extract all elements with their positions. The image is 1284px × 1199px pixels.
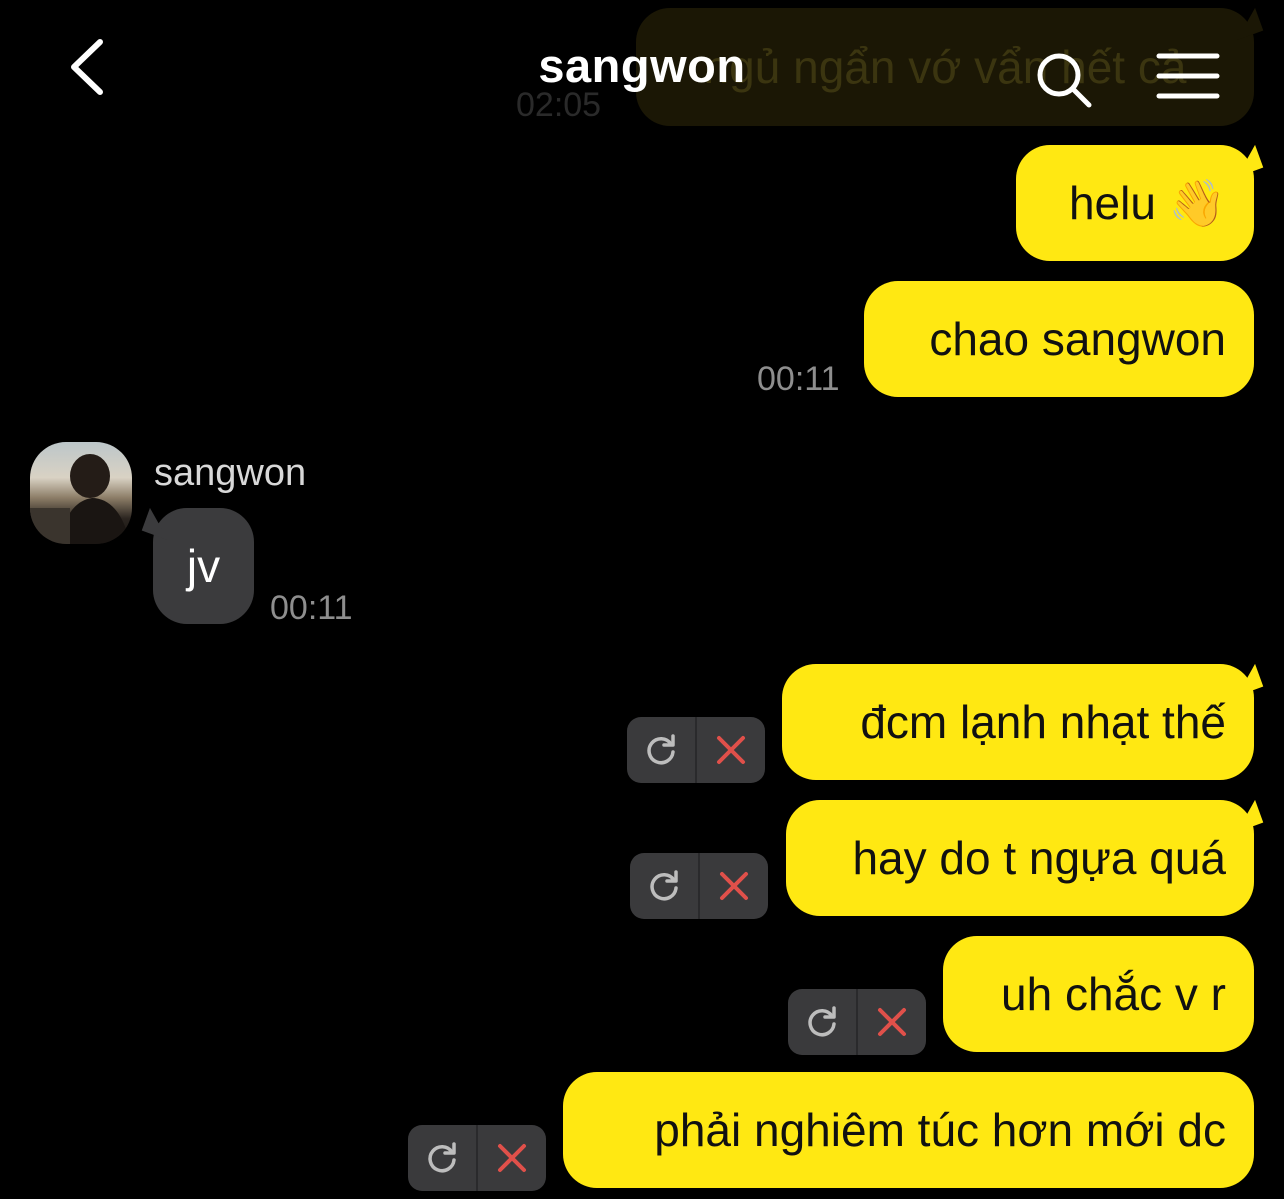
search-icon: [1037, 53, 1092, 108]
retry-button[interactable]: [627, 717, 695, 783]
retry-button[interactable]: [408, 1125, 476, 1191]
sender-name: sangwon: [154, 452, 307, 494]
retry-icon: [808, 1006, 836, 1037]
message-text: chao sangwon: [929, 313, 1226, 365]
message-bubble-incoming[interactable]: jv: [153, 508, 254, 624]
delete-button[interactable]: [697, 717, 765, 783]
message-text: helu 👋: [1068, 176, 1226, 229]
avatar[interactable]: [30, 442, 132, 544]
retry-icon: [650, 870, 678, 901]
search-button[interactable]: [1034, 50, 1094, 110]
message-time: 00:11: [757, 360, 840, 398]
retry-icon: [428, 1142, 456, 1173]
message-time: 00:11: [270, 589, 353, 627]
message-bubble-outgoing[interactable]: chao sangwon: [864, 281, 1254, 397]
delete-button[interactable]: [478, 1125, 546, 1191]
menu-button[interactable]: [1156, 52, 1220, 102]
message-bubble-outgoing[interactable]: helu 👋: [1016, 145, 1254, 261]
delete-button[interactable]: [700, 853, 768, 919]
menu-icon: [1156, 53, 1220, 99]
message-text: đcm lạnh nhạt thế: [860, 696, 1226, 748]
message-text: phải nghiêm túc hơn mới dc: [654, 1104, 1226, 1156]
retry-icon: [647, 734, 675, 765]
message-bubble-outgoing[interactable]: hay do t ngựa quá: [786, 800, 1254, 916]
delete-icon: [717, 736, 745, 764]
failed-send-actions: [630, 853, 768, 919]
message-text: uh chắc v r: [1001, 968, 1226, 1020]
message-bubble-outgoing[interactable]: phải nghiêm túc hơn mới dc: [563, 1072, 1254, 1188]
delete-icon: [720, 872, 748, 900]
message-text: hay do t ngựa quá: [852, 832, 1226, 884]
avatar-photo: [30, 454, 130, 544]
failed-send-actions: [627, 717, 765, 783]
failed-send-actions: [408, 1125, 546, 1191]
delete-button[interactable]: [858, 989, 926, 1055]
retry-button[interactable]: [788, 989, 856, 1055]
delete-icon: [498, 1144, 526, 1172]
retry-button[interactable]: [630, 853, 698, 919]
message-bubble-outgoing[interactable]: uh chắc v r: [943, 936, 1254, 1052]
failed-send-actions: [788, 989, 926, 1055]
message-text: jv: [186, 540, 221, 592]
delete-icon: [878, 1008, 906, 1036]
message-bubble-outgoing[interactable]: đcm lạnh nhạt thế: [782, 664, 1254, 780]
